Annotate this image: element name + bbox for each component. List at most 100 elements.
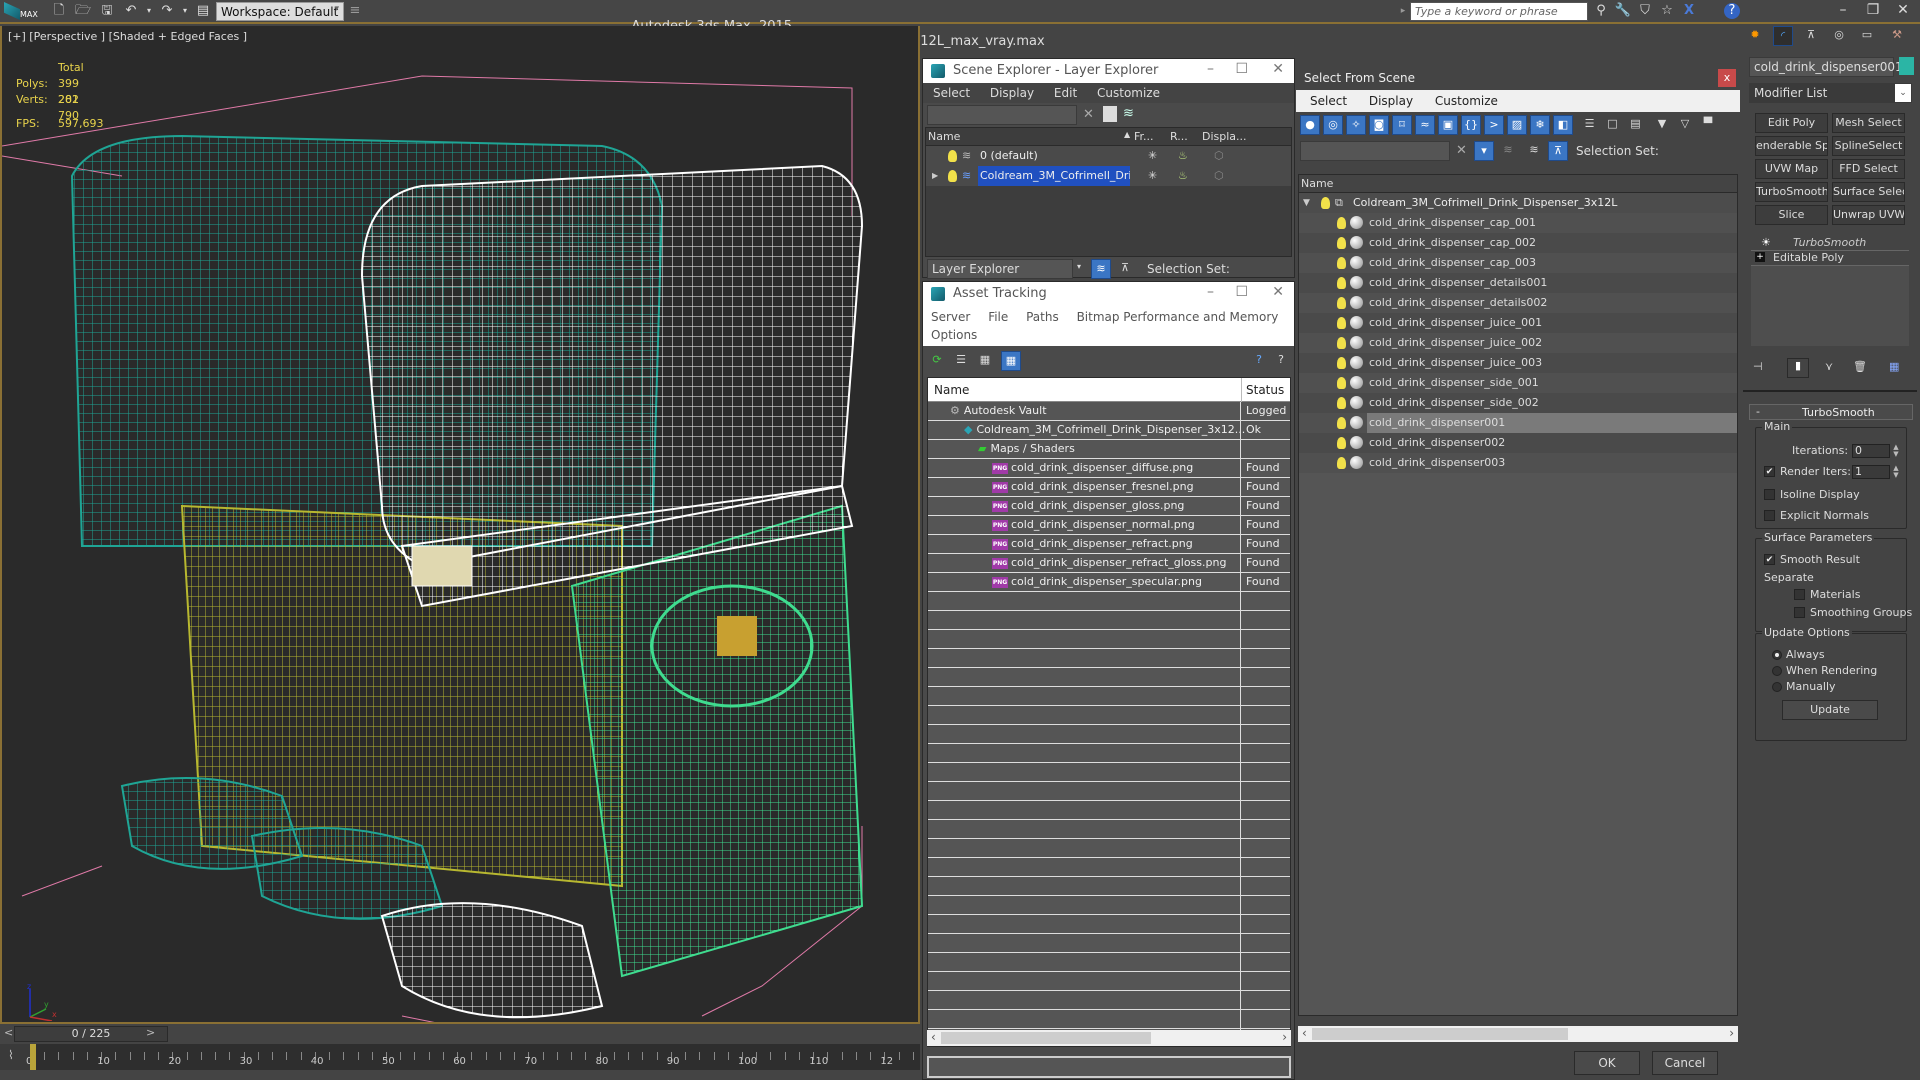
- scene-object-name[interactable]: cold_drink_dispenser_details001: [1367, 273, 1737, 293]
- display-box-icon[interactable]: ⬡: [1214, 146, 1224, 166]
- list-view-icon[interactable]: ☰: [951, 351, 971, 371]
- filter-options-icon[interactable]: ▽: [1675, 115, 1695, 135]
- favorites-star-icon[interactable]: ☆: [1658, 3, 1676, 19]
- layer-row[interactable]: ≋ 0 (default) ✳ ♨ ⬡: [926, 146, 1291, 166]
- prev-frame-icon[interactable]: <: [4, 1026, 13, 1039]
- lightbulb-icon[interactable]: [1337, 397, 1346, 409]
- smooth-result-checkbox[interactable]: ✔: [1764, 554, 1775, 565]
- undo-icon[interactable]: ↶: [122, 3, 140, 19]
- scrollbar-thumb[interactable]: [1312, 1028, 1568, 1040]
- track-bar[interactable]: ⌇ 010203040506070809010011012: [0, 1044, 920, 1070]
- modifier-button[interactable]: TurboSmooth: [1755, 182, 1828, 202]
- scene-object-name[interactable]: cold_drink_dispenser_side_001: [1367, 373, 1737, 393]
- scene-object-row[interactable]: cold_drink_dispenser_details001: [1299, 273, 1737, 293]
- close-icon[interactable]: ✕: [1272, 61, 1284, 77]
- workspace-dropdown[interactable]: Workspace: Default ▾: [216, 2, 344, 21]
- lightbulb-icon[interactable]: [1337, 217, 1346, 229]
- menu-display[interactable]: Display: [1369, 94, 1413, 108]
- lightbulb-modifier-icon[interactable]: ☀: [1761, 236, 1771, 249]
- modifier-stack-area[interactable]: [1751, 266, 1909, 346]
- scene-object-name[interactable]: cold_drink_dispenser_cap_002: [1367, 233, 1737, 253]
- redo-dropdown-icon[interactable]: ▾: [176, 3, 194, 19]
- column-freeze[interactable]: Fr...: [1134, 130, 1154, 143]
- display-lights-icon[interactable]: ✧: [1346, 115, 1366, 135]
- new-layer-icon[interactable]: ≋: [1123, 106, 1134, 121]
- lightbulb-icon[interactable]: [1337, 237, 1346, 249]
- sort-by-hierarchy-icon[interactable]: ⊼: [1115, 259, 1135, 279]
- display-frozen-icon[interactable]: ❄: [1530, 115, 1550, 135]
- save-file-icon[interactable]: 🖫: [98, 3, 116, 19]
- materials-checkbox[interactable]: [1794, 589, 1805, 600]
- scene-object-name[interactable]: cold_drink_dispenser002: [1367, 433, 1737, 453]
- next-frame-icon[interactable]: >: [146, 1026, 155, 1039]
- lightbulb-icon[interactable]: [1337, 437, 1346, 449]
- object-color-swatch[interactable]: [1899, 57, 1914, 75]
- refresh-icon[interactable]: ⟳: [927, 351, 947, 371]
- layer-name-selected[interactable]: Coldream_3M_Cofrimell_Drink_Dispen...: [978, 166, 1130, 186]
- explicit-normals-checkbox[interactable]: [1764, 510, 1775, 521]
- scene-object-row[interactable]: cold_drink_dispenser_cap_002: [1299, 233, 1737, 253]
- clear-search-icon[interactable]: ✕: [1456, 143, 1467, 158]
- exchange-apps-icon[interactable]: X: [1680, 3, 1698, 19]
- scene-object-row[interactable]: cold_drink_dispenser_cap_003: [1299, 253, 1737, 273]
- remove-modifier-icon[interactable]: 🗑: [1853, 360, 1867, 373]
- menu-file[interactable]: File: [988, 310, 1008, 324]
- modifier-button[interactable]: enderable Splin: [1755, 136, 1828, 156]
- object-name-input[interactable]: cold_drink_dispenser001: [1749, 57, 1903, 77]
- scene-object-row[interactable]: cold_drink_dispenser001: [1299, 413, 1737, 433]
- column-status[interactable]: Status: [1246, 383, 1284, 397]
- scene-object-name[interactable]: cold_drink_dispenser_side_002: [1367, 393, 1737, 413]
- lightbulb-icon[interactable]: [1337, 297, 1346, 309]
- scene-object-name[interactable]: cold_drink_dispenser_juice_002: [1367, 333, 1737, 353]
- viewport-label[interactable]: [+] [Perspective ] [Shaded + Edged Faces…: [8, 30, 247, 43]
- lightbulb-icon[interactable]: [1337, 277, 1346, 289]
- always-radio[interactable]: [1772, 650, 1782, 660]
- modifier-button[interactable]: Slice: [1755, 205, 1828, 225]
- modifier-button[interactable]: Unwrap UVW: [1832, 205, 1905, 225]
- scene-object-name[interactable]: cold_drink_dispenser003: [1367, 453, 1737, 473]
- scene-explorer-titlebar[interactable]: Scene Explorer - Layer Explorer – ☐ ✕: [923, 59, 1294, 83]
- asset-tracking-titlebar[interactable]: Asset Tracking – ☐ ✕: [923, 282, 1294, 306]
- turbosmooth-rollout-header[interactable]: - TurboSmooth: [1749, 404, 1913, 420]
- perspective-viewport[interactable]: [+] [Perspective ] [Shaded + Edged Faces…: [0, 26, 920, 1024]
- scene-object-row[interactable]: cold_drink_dispenser_details002: [1299, 293, 1737, 313]
- select-all-icon[interactable]: ☰: [1580, 115, 1600, 135]
- render-teapot-icon[interactable]: ♨: [1178, 166, 1188, 186]
- menu-options[interactable]: Options: [931, 328, 977, 342]
- redo-icon[interactable]: ↷: [158, 3, 176, 19]
- asset-path-field[interactable]: [927, 1056, 1291, 1078]
- column-name[interactable]: Name: [934, 383, 969, 397]
- stack-item-turbosmooth[interactable]: TurboSmooth: [1793, 236, 1866, 249]
- scene-object-row[interactable]: cold_drink_dispenser002: [1299, 433, 1737, 453]
- minimize-icon[interactable]: –: [1207, 284, 1214, 300]
- asset-row[interactable]: PNG cold_drink_dispenser_normal.png Found: [928, 516, 1290, 535]
- time-slider-thumb[interactable]: 0 / 225: [14, 1026, 168, 1042]
- display-shapes-icon[interactable]: ◎: [1323, 115, 1343, 135]
- close-icon[interactable]: ✕: [1272, 284, 1284, 300]
- close-button[interactable]: x: [1718, 69, 1736, 87]
- tree-horizontal-scrollbar[interactable]: ‹ ›: [1298, 1026, 1738, 1042]
- asset-row[interactable]: PNG cold_drink_dispenser_refract.png Found: [928, 535, 1290, 554]
- maximize-icon[interactable]: ☐: [1235, 284, 1248, 300]
- lightbulb-icon[interactable]: [1337, 417, 1346, 429]
- filter-icon[interactable]: ▼: [1652, 115, 1672, 135]
- configure-modifier-sets-icon[interactable]: ▦: [1889, 360, 1899, 373]
- group-name[interactable]: Coldream_3M_Cofrimell_Drink_Dispenser_3x…: [1353, 193, 1617, 213]
- open-file-icon[interactable]: 🗁: [74, 3, 92, 19]
- render-iters-spinner[interactable]: 1: [1852, 465, 1890, 479]
- scene-object-name[interactable]: cold_drink_dispenser_cap_001: [1367, 213, 1737, 233]
- help-icon[interactable]: ?: [1271, 351, 1291, 371]
- time-slider[interactable]: < 0 / 225 >: [0, 1024, 920, 1044]
- utilities-tab-icon[interactable]: ⚒: [1887, 26, 1907, 46]
- asset-horizontal-scrollbar[interactable]: ‹ ›: [927, 1030, 1291, 1046]
- timeline-ruler[interactable]: 010203040506070809010011012: [26, 1044, 920, 1070]
- display-cameras-icon[interactable]: ◙: [1369, 115, 1389, 135]
- scroll-right-icon[interactable]: ›: [1282, 1030, 1287, 1044]
- scene-object-row[interactable]: cold_drink_dispenser_side_001: [1299, 373, 1737, 393]
- modifier-button[interactable]: UVW Map: [1755, 159, 1828, 179]
- spinner-arrows-icon[interactable]: ▲ ▼: [1892, 444, 1900, 458]
- display-groups-icon[interactable]: ▣: [1438, 115, 1458, 135]
- close-button[interactable]: ✕: [1888, 2, 1918, 22]
- scene-explorer-search-input[interactable]: [927, 105, 1077, 125]
- project-folder-icon[interactable]: ▤: [194, 3, 212, 19]
